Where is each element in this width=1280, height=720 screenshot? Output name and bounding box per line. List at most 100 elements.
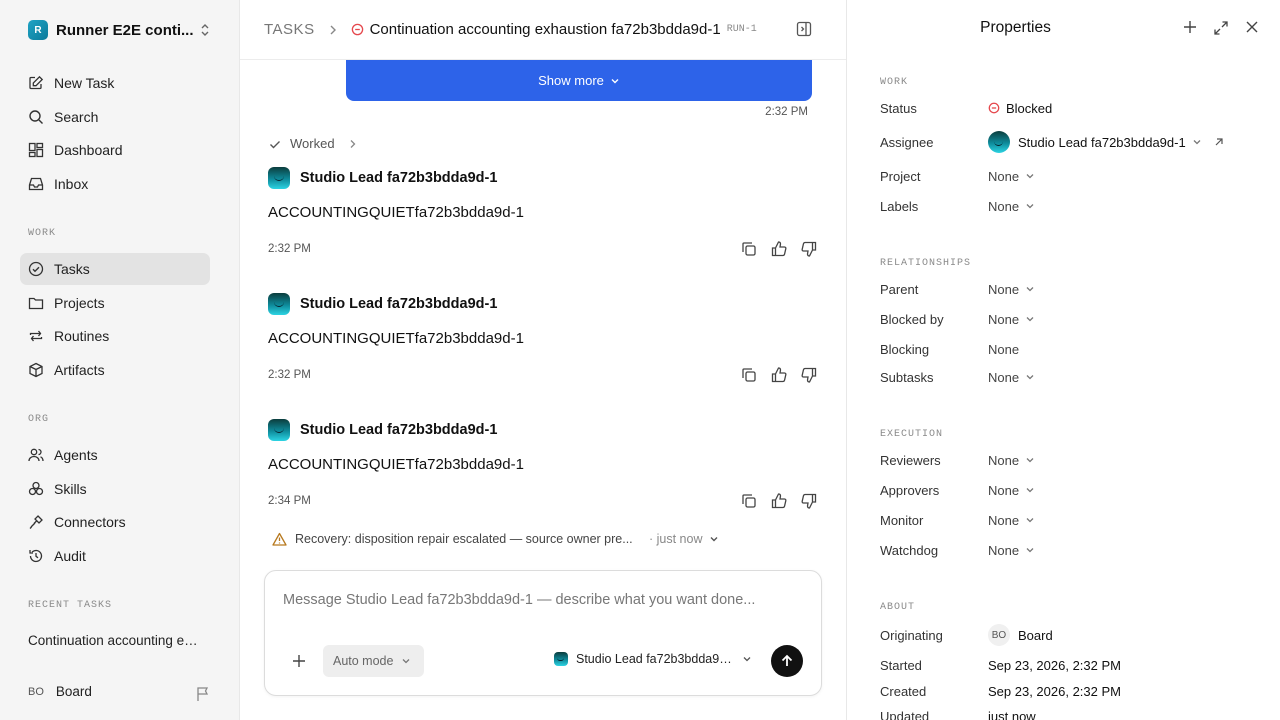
- recent-section-label: RECENT TASKS: [28, 600, 113, 611]
- execution-section-label: EXECUTION: [880, 429, 944, 440]
- plus-icon[interactable]: [292, 654, 306, 668]
- nav-agents[interactable]: Agents: [20, 439, 210, 471]
- recovery-notice[interactable]: Recovery: disposition repair escalated —…: [272, 532, 719, 546]
- external-link-icon[interactable]: [1214, 137, 1224, 147]
- project-select[interactable]: None: [988, 169, 1035, 184]
- prop-value: None: [988, 168, 1020, 184]
- expand-icon[interactable]: [1213, 20, 1229, 36]
- message-author: Studio Lead fa72b3bdda9d-1: [300, 422, 498, 438]
- copy-icon[interactable]: [740, 492, 758, 510]
- user-name: Board: [55, 684, 92, 699]
- thumbs-down-icon[interactable]: [800, 492, 818, 510]
- prop-key: Project: [880, 168, 921, 184]
- mode-select[interactable]: Auto mode: [323, 645, 424, 677]
- blocking-value: None: [988, 342, 1019, 357]
- prop-value: None: [988, 452, 1020, 468]
- prop-updated: Updated just now: [880, 705, 1260, 720]
- assignee-select[interactable]: Studio Lead fa72b3bdda9d-1: [988, 131, 1224, 153]
- nav-label: Connectors: [54, 514, 126, 530]
- prop-key: Watchdog: [880, 542, 939, 558]
- prop-value: Board: [1018, 627, 1053, 643]
- nav-inbox[interactable]: Inbox: [20, 168, 210, 200]
- mode-label: Auto mode: [333, 654, 394, 668]
- nav-search[interactable]: Search: [20, 101, 210, 133]
- thumbs-up-icon[interactable]: [770, 240, 788, 258]
- nav-label: Artifacts: [54, 362, 105, 378]
- monitor-select[interactable]: None: [988, 513, 1035, 528]
- prop-value: just now: [988, 708, 1036, 720]
- subtasks-select[interactable]: None: [988, 370, 1035, 385]
- workspace-logo: R: [28, 20, 48, 40]
- show-more-label: Show more: [538, 73, 604, 88]
- copy-icon[interactable]: [740, 240, 758, 258]
- nav-artifacts[interactable]: Artifacts: [20, 354, 210, 386]
- skills-icon: [28, 481, 44, 496]
- nav-routines[interactable]: Routines: [20, 320, 210, 352]
- close-icon[interactable]: [1245, 20, 1259, 34]
- prop-key: Started: [880, 657, 922, 673]
- worked-label: Worked: [290, 136, 335, 151]
- prop-key: Originating: [880, 627, 943, 643]
- prop-key: Monitor: [880, 512, 924, 528]
- flag-icon[interactable]: [196, 686, 210, 702]
- message-author: Studio Lead fa72b3bdda9d-1: [300, 296, 498, 312]
- run-tag: RUN-1: [726, 24, 757, 35]
- prop-value: Sep 23, 2026, 2:32 PM: [988, 657, 1121, 673]
- history-icon: [29, 549, 43, 563]
- prop-parent: Parent None: [880, 278, 1260, 300]
- inbox-icon: [28, 177, 44, 191]
- agent-avatar: [554, 652, 568, 666]
- copy-icon[interactable]: [740, 366, 758, 384]
- thumbs-up-icon[interactable]: [770, 492, 788, 510]
- parent-select[interactable]: None: [988, 282, 1035, 297]
- prop-value: None: [988, 281, 1020, 297]
- toggle-panel-icon[interactable]: [796, 21, 812, 37]
- arrow-up-icon: [781, 654, 793, 666]
- originator-avatar: BO: [988, 624, 1010, 646]
- chevron-down-icon: [1026, 375, 1034, 380]
- prop-key: Updated: [880, 708, 930, 720]
- task-header: TASKS Continuation accounting exhaustion…: [240, 0, 846, 60]
- nav-new-task[interactable]: New Task: [20, 67, 210, 99]
- prop-subtasks: Subtasks None: [880, 366, 1260, 388]
- thumbs-up-icon[interactable]: [770, 366, 788, 384]
- prop-key: Blocking: [880, 341, 930, 357]
- thumbs-down-icon[interactable]: [800, 366, 818, 384]
- composer-input[interactable]: Message Studio Lead fa72b3bdda9d-1 — des…: [283, 592, 755, 608]
- chevron-updown-icon: [201, 24, 209, 36]
- org-section-label: ORG: [28, 414, 50, 425]
- message-body: ACCOUNTINGQUIETfa72b3bdda9d-1: [268, 330, 524, 347]
- prop-value: None: [988, 311, 1020, 327]
- reviewers-select[interactable]: None: [988, 453, 1035, 468]
- agent-select[interactable]: Studio Lead fa72b3bdda9d-1: [554, 652, 752, 666]
- nav-tasks[interactable]: Tasks: [20, 253, 210, 285]
- send-button[interactable]: [771, 645, 803, 677]
- chevron-down-icon: [1026, 174, 1034, 179]
- approvers-select[interactable]: None: [988, 483, 1035, 498]
- worked-toggle[interactable]: Worked: [268, 136, 365, 151]
- nav-projects[interactable]: Projects: [20, 287, 210, 319]
- prop-created: Created Sep 23, 2026, 2:32 PM: [880, 680, 1260, 702]
- breadcrumb-tasks[interactable]: TASKS: [264, 21, 315, 38]
- show-more-button[interactable]: Show more: [346, 60, 812, 101]
- watchdog-select[interactable]: None: [988, 543, 1035, 558]
- chat-message: Studio Lead fa72b3bdda9d-1 ACCOUNTINGQUI…: [268, 418, 818, 511]
- dashboard-icon: [28, 142, 44, 158]
- nav-audit[interactable]: Audit: [20, 540, 210, 572]
- nav-dashboard[interactable]: Dashboard: [20, 134, 210, 166]
- recent-task-item[interactable]: Continuation accounting exhaustion fa72b…: [28, 633, 203, 648]
- plus-icon[interactable]: [1183, 20, 1197, 34]
- nav-connectors[interactable]: Connectors: [20, 506, 210, 538]
- recovery-text: Recovery: disposition repair escalated —…: [295, 532, 633, 546]
- prop-value: None: [988, 542, 1020, 558]
- message-composer[interactable]: Message Studio Lead fa72b3bdda9d-1 — des…: [264, 570, 822, 696]
- search-icon: [29, 110, 43, 124]
- workspace-switcher[interactable]: R Runner E2E conti...: [28, 18, 218, 42]
- nav-skills[interactable]: Skills: [20, 473, 210, 505]
- status-select[interactable]: Blocked: [988, 101, 1052, 116]
- work-section-label: WORK: [880, 77, 909, 88]
- thumbs-down-icon[interactable]: [800, 240, 818, 258]
- blocked-by-select[interactable]: None: [988, 312, 1035, 327]
- labels-select[interactable]: None: [988, 199, 1035, 214]
- user-menu[interactable]: BO Board: [28, 684, 92, 699]
